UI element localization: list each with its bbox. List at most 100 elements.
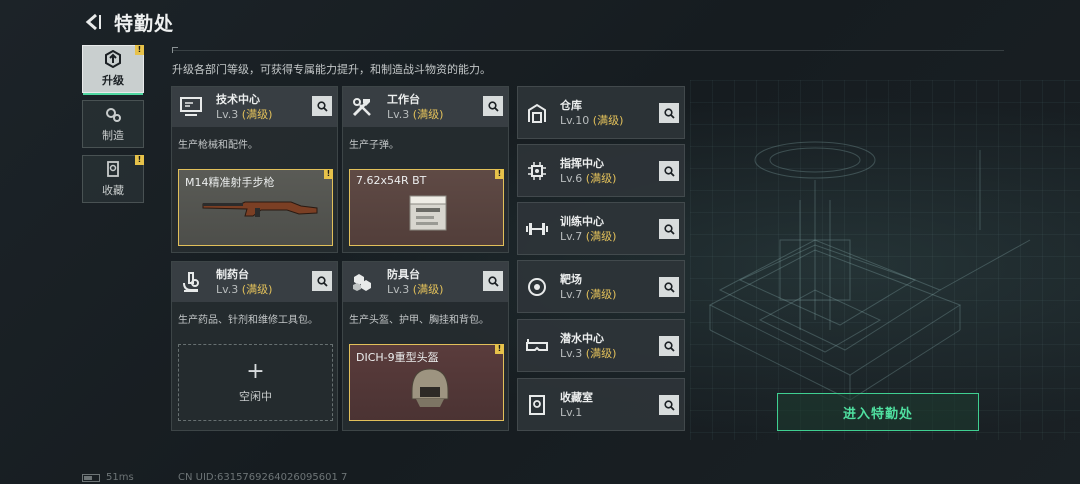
card-header: 技术中心 Lv.3 (满级) — [172, 87, 337, 127]
enter-special-ops-button[interactable]: 进入特勤处 — [777, 393, 979, 431]
inspect-button[interactable] — [659, 103, 679, 123]
card-description: 生产枪械和配件。 — [178, 140, 258, 151]
target-icon — [524, 274, 550, 300]
search-icon — [663, 223, 675, 235]
card-command-center[interactable]: 指挥中心 Lv.6 (满级) — [517, 144, 685, 197]
card-level: Lv.3 (满级) — [387, 283, 444, 296]
card-name: 技术中心 — [216, 93, 260, 106]
alert-badge: ! — [495, 344, 504, 354]
card-name: 指挥中心 — [560, 156, 604, 170]
card-name: 收藏室 — [560, 390, 593, 404]
card-pharmacy[interactable]: 制药台 Lv.3 (满级) 生产药品、针剂和维修工具包。 + 空闲中 — [171, 261, 338, 431]
inspect-button[interactable] — [659, 395, 679, 415]
card-name: 防具台 — [387, 268, 420, 281]
card-description: 生产头盔、护甲、胸挂和背包。 — [349, 315, 489, 326]
card-name: 工作台 — [387, 93, 420, 106]
tab-collection[interactable]: 收藏 ! — [82, 155, 144, 203]
search-icon — [487, 100, 499, 112]
collection-icon — [107, 161, 119, 177]
inspect-button[interactable] — [659, 219, 679, 239]
monitor-icon — [178, 94, 204, 120]
search-icon — [663, 281, 675, 293]
card-tech-center[interactable]: 技术中心 Lv.3 (满级) 生产枪械和配件。 M14精准射手步枪 ! — [171, 86, 338, 253]
card-level: Lv.10 (满级) — [560, 113, 624, 127]
alert-badge: ! — [324, 169, 333, 179]
tab-upgrade[interactable]: 升级 ! — [82, 45, 144, 95]
battery-icon — [82, 473, 100, 482]
card-collection-room[interactable]: 收藏室 Lv.1 — [517, 378, 685, 431]
chip-icon — [524, 158, 550, 184]
rifle-image — [202, 201, 318, 217]
helmet-image — [411, 368, 449, 407]
card-header: 工作台 Lv.3 (满级) — [343, 87, 508, 127]
header: 特勤处 — [80, 8, 174, 36]
card-diving-center[interactable]: 潜水中心 Lv.3 (满级) — [517, 319, 685, 372]
inspect-button[interactable] — [312, 96, 332, 116]
tab-craft-label: 制造 — [102, 129, 124, 142]
search-icon — [487, 275, 499, 287]
inspect-button[interactable] — [659, 277, 679, 297]
divider-corner-mark — [172, 47, 178, 53]
item-name: 7.62x54R BT — [356, 174, 427, 187]
card-level: Lv.3 (满级) — [387, 108, 444, 121]
back-button[interactable] — [80, 10, 104, 34]
card-description: 生产子弹。 — [349, 140, 399, 151]
inspect-button[interactable] — [483, 271, 503, 291]
item-name: M14精准射手步枪 — [185, 176, 275, 189]
top-divider — [172, 50, 1004, 51]
dumbbell-icon — [524, 216, 550, 242]
card-name: 训练中心 — [560, 214, 604, 228]
empty-production-slot[interactable]: + 空闲中 — [178, 344, 333, 421]
alert-badge: ! — [135, 45, 144, 55]
card-level: Lv.7 (满级) — [560, 229, 617, 243]
alert-badge: ! — [495, 169, 504, 179]
page-description: 升级各部门等级，可获得专属能力提升，和制造战斗物资的能力。 — [172, 63, 491, 76]
card-name: 仓库 — [560, 98, 582, 112]
card-header: 防具台 Lv.3 (满级) — [343, 262, 508, 302]
collection-room-icon — [524, 392, 550, 418]
card-training-center[interactable]: 训练中心 Lv.7 (满级) — [517, 202, 685, 255]
card-level: Lv.6 (满级) — [560, 171, 617, 185]
inspect-button[interactable] — [312, 271, 332, 291]
tab-craft[interactable]: 制造 — [82, 100, 144, 148]
ammo-box-image — [409, 195, 447, 231]
card-level: Lv.1 — [560, 405, 583, 419]
inspect-button[interactable] — [483, 96, 503, 116]
production-slot[interactable]: M14精准射手步枪 ! — [178, 169, 333, 246]
page-title: 特勤处 — [114, 12, 175, 35]
card-shooting-range[interactable]: 靶场 Lv.7 (满级) — [517, 260, 685, 313]
plus-icon: + — [246, 358, 265, 384]
tools-icon — [349, 94, 375, 120]
card-name: 潜水中心 — [560, 331, 604, 345]
microscope-icon — [178, 269, 204, 295]
card-level: Lv.3 (满级) — [216, 283, 273, 296]
card-description: 生产药品、针剂和维修工具包。 — [178, 315, 318, 326]
inspect-button[interactable] — [659, 161, 679, 181]
card-level: Lv.3 (满级) — [216, 108, 273, 121]
card-level: Lv.7 (满级) — [560, 287, 617, 301]
tab-upgrade-label: 升级 — [102, 74, 124, 87]
production-slot[interactable]: 7.62x54R BT ! — [349, 169, 504, 246]
search-icon — [316, 100, 328, 112]
search-icon — [316, 275, 328, 287]
card-warehouse[interactable]: 仓库 Lv.10 (满级) — [517, 86, 685, 139]
card-level: Lv.3 (满级) — [560, 346, 617, 360]
search-icon — [663, 340, 675, 352]
production-slot[interactable]: DICH-9重型头盔 ! — [349, 344, 504, 421]
status-bar: 51ms — [82, 472, 134, 483]
diving-mask-icon — [524, 333, 550, 359]
gears-icon — [106, 108, 121, 122]
card-header: 制药台 Lv.3 (满级) — [172, 262, 337, 302]
search-icon — [663, 399, 675, 411]
warehouse-icon — [524, 100, 550, 126]
user-uid: CN UID:6315769264026095601 7 — [178, 472, 348, 483]
inspect-button[interactable] — [659, 336, 679, 356]
card-armor-bench[interactable]: 防具台 Lv.3 (满级) 生产头盔、护甲、胸挂和背包。 DICH-9重型头盔 … — [342, 261, 509, 431]
idle-label: 空闲中 — [239, 389, 272, 403]
search-icon — [663, 107, 675, 119]
upgrade-icon — [105, 50, 121, 68]
card-workbench[interactable]: 工作台 Lv.3 (满级) 生产子弹。 7.62x54R BT ! — [342, 86, 509, 253]
base-hologram-illustration — [708, 141, 1031, 401]
search-icon — [663, 165, 675, 177]
tab-collection-label: 收藏 — [102, 184, 124, 197]
